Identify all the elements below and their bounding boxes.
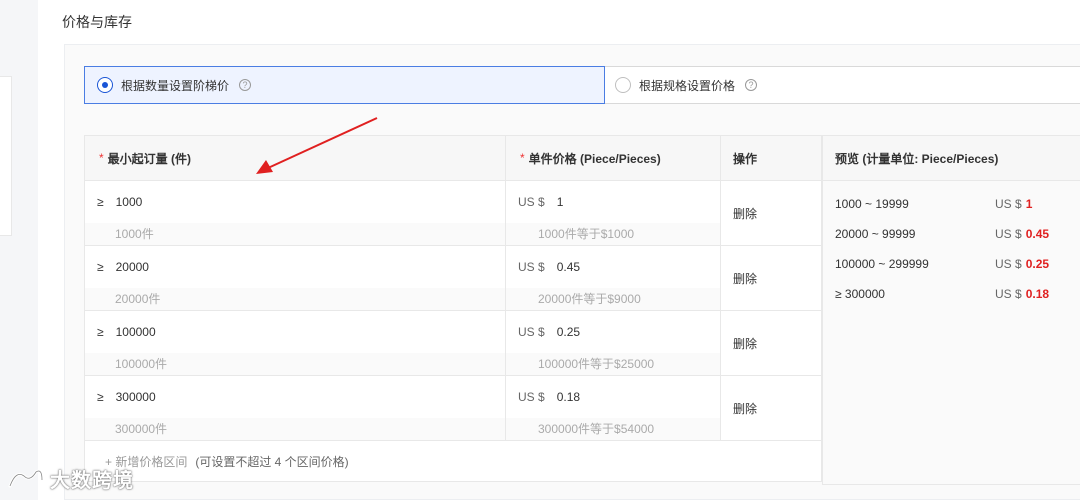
preview-range: ≥ 300000 (835, 287, 885, 301)
preview-range: 1000 ~ 19999 (835, 197, 909, 211)
add-price-range-hint: (可设置不超过 4 个区间价格) (195, 454, 349, 469)
min-qty-cell: ≥100000 100000件 (85, 311, 506, 375)
table-row: ≥20000 20000件 US $ 0.45 20000件等于$9000 删除 (85, 246, 821, 311)
required-mark: * (520, 151, 525, 165)
unit-price-note: 20000件等于$9000 (506, 288, 720, 310)
unit-price-input[interactable]: US $ 0.45 (518, 260, 580, 274)
pricing-panel: 根据数量设置阶梯价 ? 根据规格设置价格 ? * 最小起订量 (件) * 单件价… (64, 44, 1080, 500)
pricing-mode-group: 根据数量设置阶梯价 ? 根据规格设置价格 ? (84, 66, 1080, 104)
preview-row: ≥ 300000 US $ 0.18 (823, 279, 1080, 309)
preview-currency: US $ (995, 287, 1022, 301)
currency-label: US $ (518, 325, 545, 339)
min-qty-note: 20000件 (85, 288, 505, 310)
delete-button[interactable]: 删除 (721, 181, 821, 245)
preview-currency: US $ (995, 227, 1022, 241)
min-qty-cell: ≥300000 300000件 (85, 376, 506, 440)
required-mark: * (99, 151, 104, 165)
min-qty-input[interactable]: ≥100000 (97, 325, 156, 339)
unit-price-input[interactable]: US $ 0.25 (518, 325, 580, 339)
unit-price-cell: US $ 1 1000件等于$1000 (506, 181, 721, 245)
unit-price-value: 0.18 (556, 390, 581, 404)
radio-label-quantity: 根据数量设置阶梯价 (121, 78, 230, 93)
header-min-qty-label: 最小起订量 (件) (107, 151, 191, 166)
min-qty-value: 100000 (115, 325, 156, 339)
ge-symbol: ≥ (97, 325, 104, 339)
tier-price-table: * 最小起订量 (件) * 单件价格 (Piece/Pieces) 操作 ≥10… (84, 135, 822, 482)
ge-symbol: ≥ (97, 390, 104, 404)
watermark-text: 大数跨境 (50, 470, 134, 492)
preview-currency: US $ (995, 257, 1022, 271)
preview-row: 20000 ~ 99999 US $ 0.45 (823, 219, 1080, 249)
currency-label: US $ (518, 260, 545, 274)
preview-range: 100000 ~ 299999 (835, 257, 929, 271)
radio-label-spec: 根据规格设置价格 (639, 78, 736, 93)
min-qty-value: 1000 (115, 195, 143, 209)
preview-title: 预览 (计量单位: Piece/Pieces) (823, 136, 1080, 181)
min-qty-note: 300000件 (85, 418, 505, 440)
unit-price-cell: US $ 0.25 100000件等于$25000 (506, 311, 721, 375)
ge-symbol: ≥ (97, 195, 104, 209)
header-unit-price-label: 单件价格 (Piece/Pieces) (528, 151, 661, 166)
help-icon[interactable]: ? (745, 79, 758, 91)
unit-price-note: 100000件等于$25000 (506, 353, 720, 375)
price-inventory-card: 价格与库存 根据数量设置阶梯价 ? 根据规格设置价格 ? * 最小起订量 (件) (38, 0, 1080, 500)
preview-row: 1000 ~ 19999 US $ 1 (823, 189, 1080, 219)
unit-price-cell: US $ 0.45 20000件等于$9000 (506, 246, 721, 310)
unit-price-input[interactable]: US $ 0.18 (518, 390, 580, 404)
unit-price-value: 0.45 (556, 260, 581, 274)
min-qty-input[interactable]: ≥20000 (97, 260, 149, 274)
unit-price-note: 300000件等于$54000 (506, 418, 720, 440)
min-qty-cell: ≥20000 20000件 (85, 246, 506, 310)
left-background (0, 0, 38, 500)
radio-price-by-spec[interactable]: 根据规格设置价格 ? (605, 67, 758, 103)
preview-price: 0.18 (1025, 287, 1050, 301)
min-qty-input[interactable]: ≥300000 (97, 390, 156, 404)
unit-price-input[interactable]: US $ 1 (518, 195, 563, 209)
min-qty-value: 20000 (115, 260, 149, 274)
min-qty-value: 300000 (115, 390, 156, 404)
unit-price-value: 0.25 (556, 325, 581, 339)
preview-range: 20000 ~ 99999 (835, 227, 916, 241)
radio-checked-icon[interactable] (97, 77, 113, 93)
add-price-range: + 新增价格区间 (可设置不超过 4 个区间价格) (85, 441, 821, 481)
table-row: ≥300000 300000件 US $ 0.18 300000件等于$54000… (85, 376, 821, 441)
table-row: ≥100000 100000件 US $ 0.25 100000件等于$25000… (85, 311, 821, 376)
preview-price: 0.45 (1025, 227, 1050, 241)
currency-label: US $ (518, 390, 545, 404)
preview-price: 1 (1025, 197, 1033, 211)
delete-button[interactable]: 删除 (721, 376, 821, 440)
preview-price: 0.25 (1025, 257, 1050, 271)
watermark: 大数跨境 (6, 464, 134, 493)
min-qty-note: 100000件 (85, 353, 505, 375)
watermark-logo-icon (8, 469, 44, 487)
unit-price-cell: US $ 0.18 300000件等于$54000 (506, 376, 721, 440)
header-unit-price: * 单件价格 (Piece/Pieces) (506, 136, 721, 180)
header-min-qty: * 最小起订量 (件) (85, 136, 506, 180)
table-header: * 最小起订量 (件) * 单件价格 (Piece/Pieces) 操作 (85, 136, 821, 181)
table-row: ≥1000 1000件 US $ 1 1000件等于$1000 删除 (85, 181, 821, 246)
left-side-panel (0, 76, 12, 236)
min-qty-cell: ≥1000 1000件 (85, 181, 506, 245)
preview-currency: US $ (995, 197, 1022, 211)
radio-unchecked-icon[interactable] (615, 77, 631, 93)
delete-button[interactable]: 删除 (721, 311, 821, 375)
unit-price-note: 1000件等于$1000 (506, 223, 720, 245)
min-qty-note: 1000件 (85, 223, 505, 245)
price-preview-panel: 预览 (计量单位: Piece/Pieces) 1000 ~ 19999 US … (822, 135, 1080, 485)
header-action: 操作 (733, 151, 758, 166)
help-icon[interactable]: ? (239, 79, 252, 91)
min-qty-input[interactable]: ≥1000 (97, 195, 142, 209)
currency-label: US $ (518, 195, 545, 209)
ge-symbol: ≥ (97, 260, 104, 274)
unit-price-value: 1 (556, 195, 564, 209)
preview-row: 100000 ~ 299999 US $ 0.25 (823, 249, 1080, 279)
radio-tiered-by-quantity[interactable]: 根据数量设置阶梯价 ? (84, 66, 605, 104)
delete-button[interactable]: 删除 (721, 246, 821, 310)
section-title: 价格与库存 (62, 14, 132, 30)
